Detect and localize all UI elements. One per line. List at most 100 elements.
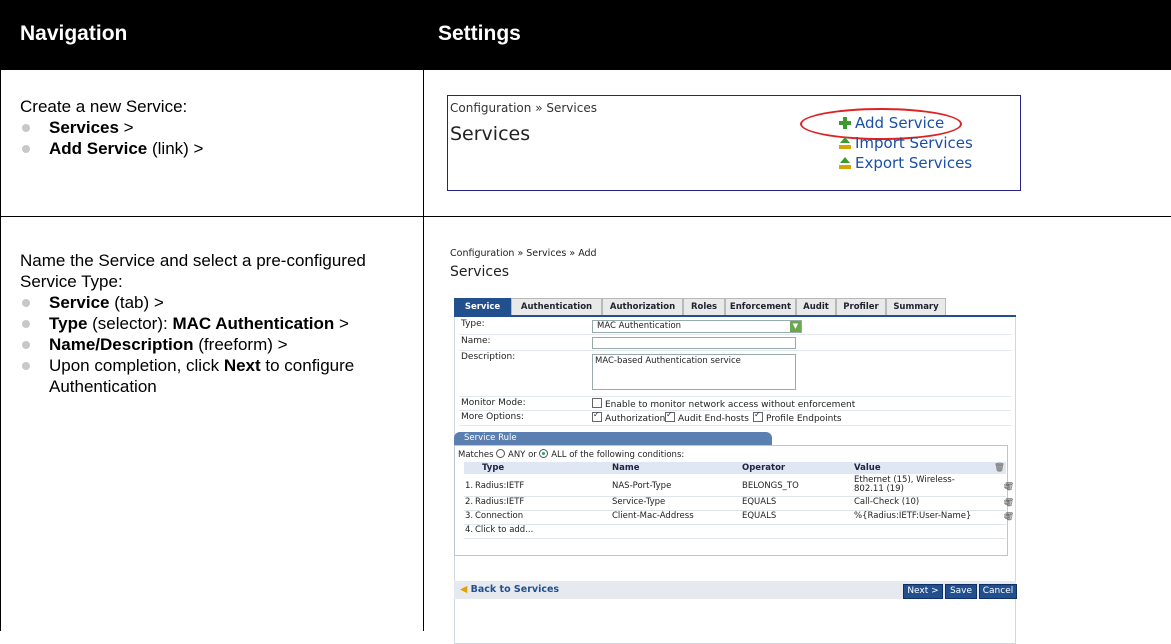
checkbox-checked-icon[interactable] — [665, 410, 675, 422]
radio-any[interactable] — [496, 449, 506, 458]
settings-column-header: Settings — [438, 22, 521, 45]
row1-step: Services > — [20, 117, 410, 138]
service-rule-header: Service Rule — [454, 432, 772, 445]
link-label: Import Services — [855, 134, 973, 152]
row1-step: Add Service (link) > — [20, 138, 410, 159]
more-options-row: More Options: Authorization Audit End-ho… — [459, 410, 1011, 426]
tab-summary[interactable]: Summary — [886, 298, 946, 316]
step-text: (selector): — [87, 314, 173, 333]
column-value: Value — [854, 463, 881, 473]
table-header: Navigation Settings — [0, 0, 1171, 70]
page-title: Services — [450, 123, 531, 145]
step-bold: Name/Description — [49, 335, 194, 354]
table-row-divider — [0, 216, 1171, 217]
column-operator: Operator — [742, 463, 786, 473]
audit-end-hosts-option[interactable]: Audit End-hosts — [665, 410, 749, 424]
tab-audit[interactable]: Audit — [796, 298, 836, 316]
any-label: ANY — [508, 450, 526, 460]
back-label: Back to Services — [470, 584, 560, 595]
row2-step: Service (tab) > — [20, 292, 400, 313]
table-left-border — [0, 70, 1, 631]
type-row: Type: MAC Authentication ▼ — [459, 317, 1011, 335]
step-bold: MAC Authentication — [172, 314, 335, 333]
export-services-link[interactable]: Export Services — [838, 154, 972, 172]
row2-step: Upon completion, click Next to configure… — [20, 355, 400, 397]
row-name: Client-Mac-Address — [612, 511, 694, 521]
trash-icon[interactable]: 🗑 — [1004, 498, 1014, 507]
matches-prefix: Matches — [458, 450, 494, 460]
chevron-down-icon: ▼ — [790, 321, 801, 332]
tab-service[interactable]: Service — [454, 298, 511, 316]
table-row[interactable]: 1. Radius:IETF NAS-Port-Type BELONGS_TO … — [464, 475, 1014, 497]
description-row: Description: MAC-based Authentication se… — [459, 350, 1011, 397]
checkbox-icon[interactable] — [592, 398, 602, 408]
row1-intro: Create a new Service: — [20, 97, 188, 116]
row-value: %{Radius:IETF:User-Name} — [854, 511, 972, 521]
row-operator: BELONGS_TO — [742, 481, 799, 491]
option-label: Audit End-hosts — [678, 414, 749, 424]
checkbox-checked-icon[interactable] — [592, 410, 602, 422]
tab-authentication[interactable]: Authentication — [511, 298, 602, 316]
service-rule-box: Matches ANY or ALL of the following cond… — [454, 445, 1014, 556]
row2-instructions: Name the Service and select a pre-config… — [20, 250, 400, 397]
name-row: Name: — [459, 334, 1011, 351]
monitor-mode-row: Monitor Mode: Enable to monitor network … — [459, 396, 1011, 411]
table-row[interactable]: 3. Connection Client-Mac-Address EQUALS … — [464, 510, 1014, 525]
save-button[interactable]: Save — [945, 584, 977, 599]
import-icon — [838, 136, 852, 150]
monitor-mode-option[interactable]: Enable to monitor network access without… — [592, 398, 855, 410]
radio-all[interactable] — [539, 449, 549, 458]
monitor-mode-label: Monitor Mode: — [461, 398, 526, 408]
import-services-link[interactable]: Import Services — [838, 134, 973, 152]
description-textarea[interactable]: MAC-based Authentication service — [592, 354, 796, 390]
profile-endpoints-option[interactable]: Profile Endpoints — [753, 410, 842, 424]
matches-line: Matches ANY or ALL of the following cond… — [458, 449, 684, 460]
table-row[interactable]: 2. Radius:IETF Service-Type EQUALS Call-… — [464, 496, 1014, 511]
back-arrow-icon: ◀ — [460, 584, 468, 595]
authorization-option[interactable]: Authorization — [592, 410, 666, 424]
trash-icon: 🗑 — [994, 463, 1005, 473]
trash-icon[interactable]: 🗑 — [1004, 482, 1014, 491]
tab-enforcement[interactable]: Enforcement — [725, 298, 796, 316]
option-label: Authorization — [605, 414, 666, 424]
breadcrumb: Configuration » Services — [450, 101, 597, 115]
trash-icon[interactable]: 🗑 — [1004, 512, 1014, 521]
type-label: Type: — [461, 319, 485, 329]
tab-authorization[interactable]: Authorization — [602, 298, 683, 316]
row-operator: EQUALS — [742, 497, 777, 507]
all-label: ALL — [551, 450, 567, 460]
table-row[interactable]: 4. Click to add... — [464, 524, 1006, 539]
name-input[interactable] — [592, 337, 796, 349]
type-select[interactable]: MAC Authentication ▼ — [592, 320, 802, 333]
back-to-services-link[interactable]: ◀ Back to Services — [460, 584, 559, 595]
step-bold: Service — [49, 293, 110, 312]
step-bold: Add Service — [49, 139, 148, 158]
click-to-add[interactable]: Click to add... — [475, 525, 533, 535]
name-label: Name: — [461, 336, 491, 346]
row-name: Service-Type — [612, 497, 666, 507]
tab-roles[interactable]: Roles — [683, 298, 725, 316]
matches-suffix: of the following conditions: — [569, 450, 685, 460]
rule-table-header: Type Name Operator Value 🗑 — [464, 462, 1006, 474]
step-text: (link) > — [147, 139, 204, 158]
step-bold: Services — [49, 118, 119, 137]
form-footer: ◀ Back to Services Next > Save Cancel — [454, 581, 1017, 599]
row-operator: EQUALS — [742, 511, 777, 521]
add-service-link[interactable]: Add Service — [838, 114, 944, 132]
step-bold: Type — [49, 314, 88, 333]
tab-profiler[interactable]: Profiler — [836, 298, 886, 316]
column-name: Name — [612, 463, 640, 473]
row2-step: Name/Description (freeform) > — [20, 334, 400, 355]
services-screenshot-1: Configuration » Services Services Add Se… — [447, 95, 1021, 191]
row-number: 1. — [465, 481, 474, 491]
checkbox-checked-icon[interactable] — [753, 410, 763, 422]
step-text: > — [118, 118, 134, 137]
plus-icon — [838, 116, 852, 130]
description-label: Description: — [461, 352, 516, 362]
row2-intro: Name the Service and select a pre-config… — [20, 251, 366, 291]
type-value: MAC Authentication — [597, 321, 682, 331]
cancel-button[interactable]: Cancel — [979, 584, 1017, 599]
row-number: 4. — [465, 525, 474, 535]
link-label: Export Services — [855, 154, 973, 172]
next-button[interactable]: Next > — [903, 584, 943, 599]
